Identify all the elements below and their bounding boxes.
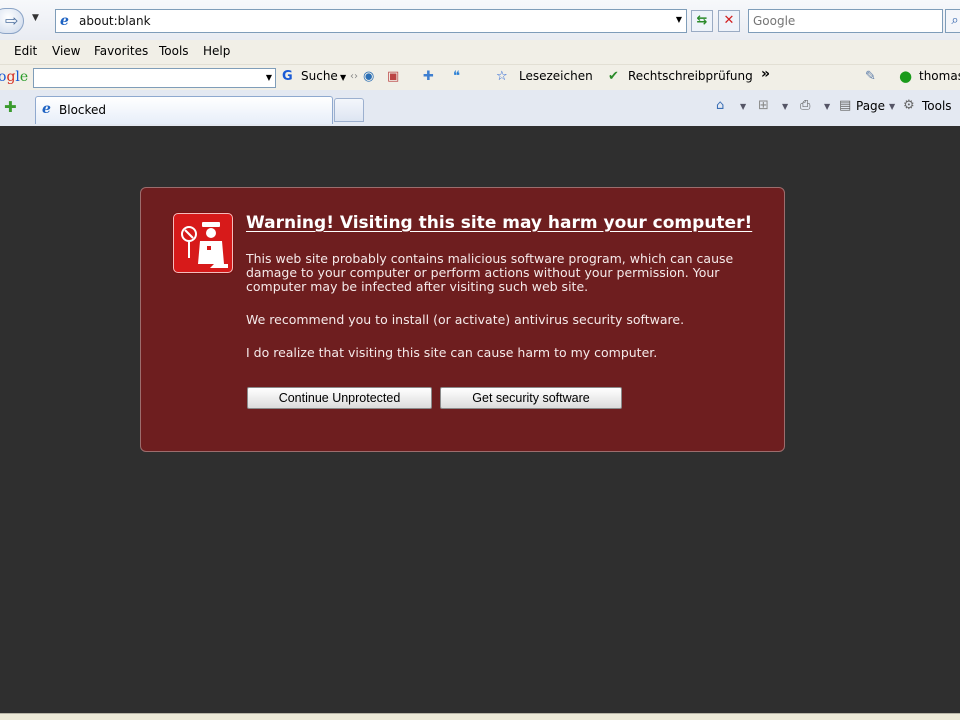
stop-button[interactable]: ✕ (718, 10, 740, 32)
history-dropdown-icon[interactable]: ▼ (32, 13, 39, 23)
chevron-down-icon[interactable]: ▼ (340, 73, 346, 82)
page-icon[interactable]: ▤ (839, 98, 851, 113)
chevron-down-icon[interactable]: ▼ (889, 102, 895, 111)
print-icon[interactable]: ⎙ (800, 98, 810, 113)
star-icon[interactable]: ☆ (496, 69, 508, 84)
speech-bubble-icon[interactable]: ❝ (453, 69, 460, 84)
tab-bar: ✚ e Blocked ⌂ ▼ ⊞ ▼ ⎙ ▼ ▤ Page ▼ ⚙ Tools (0, 90, 960, 126)
menu-view[interactable]: View (52, 44, 80, 58)
home-icon[interactable]: ⌂ (716, 98, 724, 113)
continue-unprotected-button[interactable]: Continue Unprotected (247, 387, 432, 409)
new-tab-button[interactable] (334, 98, 364, 122)
forward-arrow-icon: ⇨ (5, 11, 19, 30)
chevron-down-icon[interactable]: ▼ (824, 102, 830, 111)
search-icon[interactable]: ⌕ (945, 9, 960, 33)
chevron-down-icon[interactable]: ▼ (782, 102, 788, 111)
spellcheck-icon[interactable]: ✔ (608, 69, 619, 84)
menu-help[interactable]: Help (203, 44, 230, 58)
address-url[interactable]: about:blank (79, 14, 151, 28)
search-box[interactable] (748, 9, 943, 33)
menu-edit[interactable]: Edit (14, 44, 37, 58)
address-bar[interactable]: e about:blank ▼ (55, 9, 687, 33)
menu-bar: Edit View Favorites Tools Help (0, 40, 960, 64)
warning-paragraph-acknowledge: I do realize that visiting this site can… (246, 345, 658, 360)
tab-title: Blocked (59, 103, 107, 117)
google-toolbar: ogle ▼ G Suche ▼ ‹› ◉ ▣ ✚ ❝ ☆ Lesezeiche… (0, 64, 960, 90)
status-dot-icon: ● (899, 67, 913, 85)
bookmarks-button[interactable]: Lesezeichen (519, 69, 593, 83)
address-dropdown-icon[interactable]: ▼ (676, 15, 682, 24)
google-search-button[interactable]: Suche (301, 69, 338, 83)
feeds-icon[interactable]: ⊞ (758, 98, 769, 113)
warning-headline: Warning! Visiting this site may harm you… (246, 213, 753, 233)
browser-chrome: ⇨ ▼ e about:blank ▼ ⇆ ✕ ⌕ Edit View Favo… (0, 0, 960, 126)
google-logo: ogle (0, 69, 29, 85)
refresh-button[interactable]: ⇆ (691, 10, 713, 32)
security-guard-icon (173, 213, 233, 273)
tools-menu[interactable]: Tools (922, 99, 952, 113)
page-menu[interactable]: Page (856, 99, 885, 113)
ie-page-icon: e (60, 13, 69, 29)
chevron-down-icon[interactable]: ▼ (266, 73, 272, 82)
gear-icon[interactable]: ⚙ (903, 98, 915, 113)
warning-panel: Warning! Visiting this site may harm you… (140, 187, 785, 452)
chevron-down-icon[interactable]: ▼ (740, 102, 746, 111)
plus-icon[interactable]: ✚ (423, 69, 434, 84)
globe-icon[interactable]: ◉ (363, 69, 374, 84)
tab-blocked[interactable]: e Blocked (35, 96, 333, 124)
address-bar-row: ⇨ ▼ e about:blank ▼ ⇆ ✕ ⌕ (0, 0, 960, 40)
warning-paragraph-recommend: We recommend you to install (or activate… (246, 312, 685, 327)
get-security-software-button[interactable]: Get security software (440, 387, 622, 409)
spellcheck-button[interactable]: Rechtschreibprüfung (628, 69, 753, 83)
forward-button[interactable]: ⇨ (0, 8, 24, 34)
ie-page-icon: e (42, 101, 51, 117)
google-search-input[interactable]: ▼ (33, 68, 276, 88)
wrench-icon[interactable]: ✎ (865, 69, 876, 84)
warning-paragraph-malware: This web site probably contains maliciou… (246, 251, 734, 294)
status-bar (0, 713, 960, 720)
menu-favorites[interactable]: Favorites (94, 44, 148, 58)
google-search-icon[interactable]: G (282, 69, 293, 84)
favorites-center-icon[interactable]: ✚ (4, 98, 17, 116)
menu-tools[interactable]: Tools (159, 44, 189, 58)
search-input[interactable] (749, 10, 942, 32)
arrows-icon[interactable]: ‹› (350, 71, 358, 82)
user-account[interactable]: thomas (919, 69, 960, 83)
more-tools-button[interactable]: » (761, 66, 770, 82)
popup-blocker-icon[interactable]: ▣ (387, 69, 399, 84)
